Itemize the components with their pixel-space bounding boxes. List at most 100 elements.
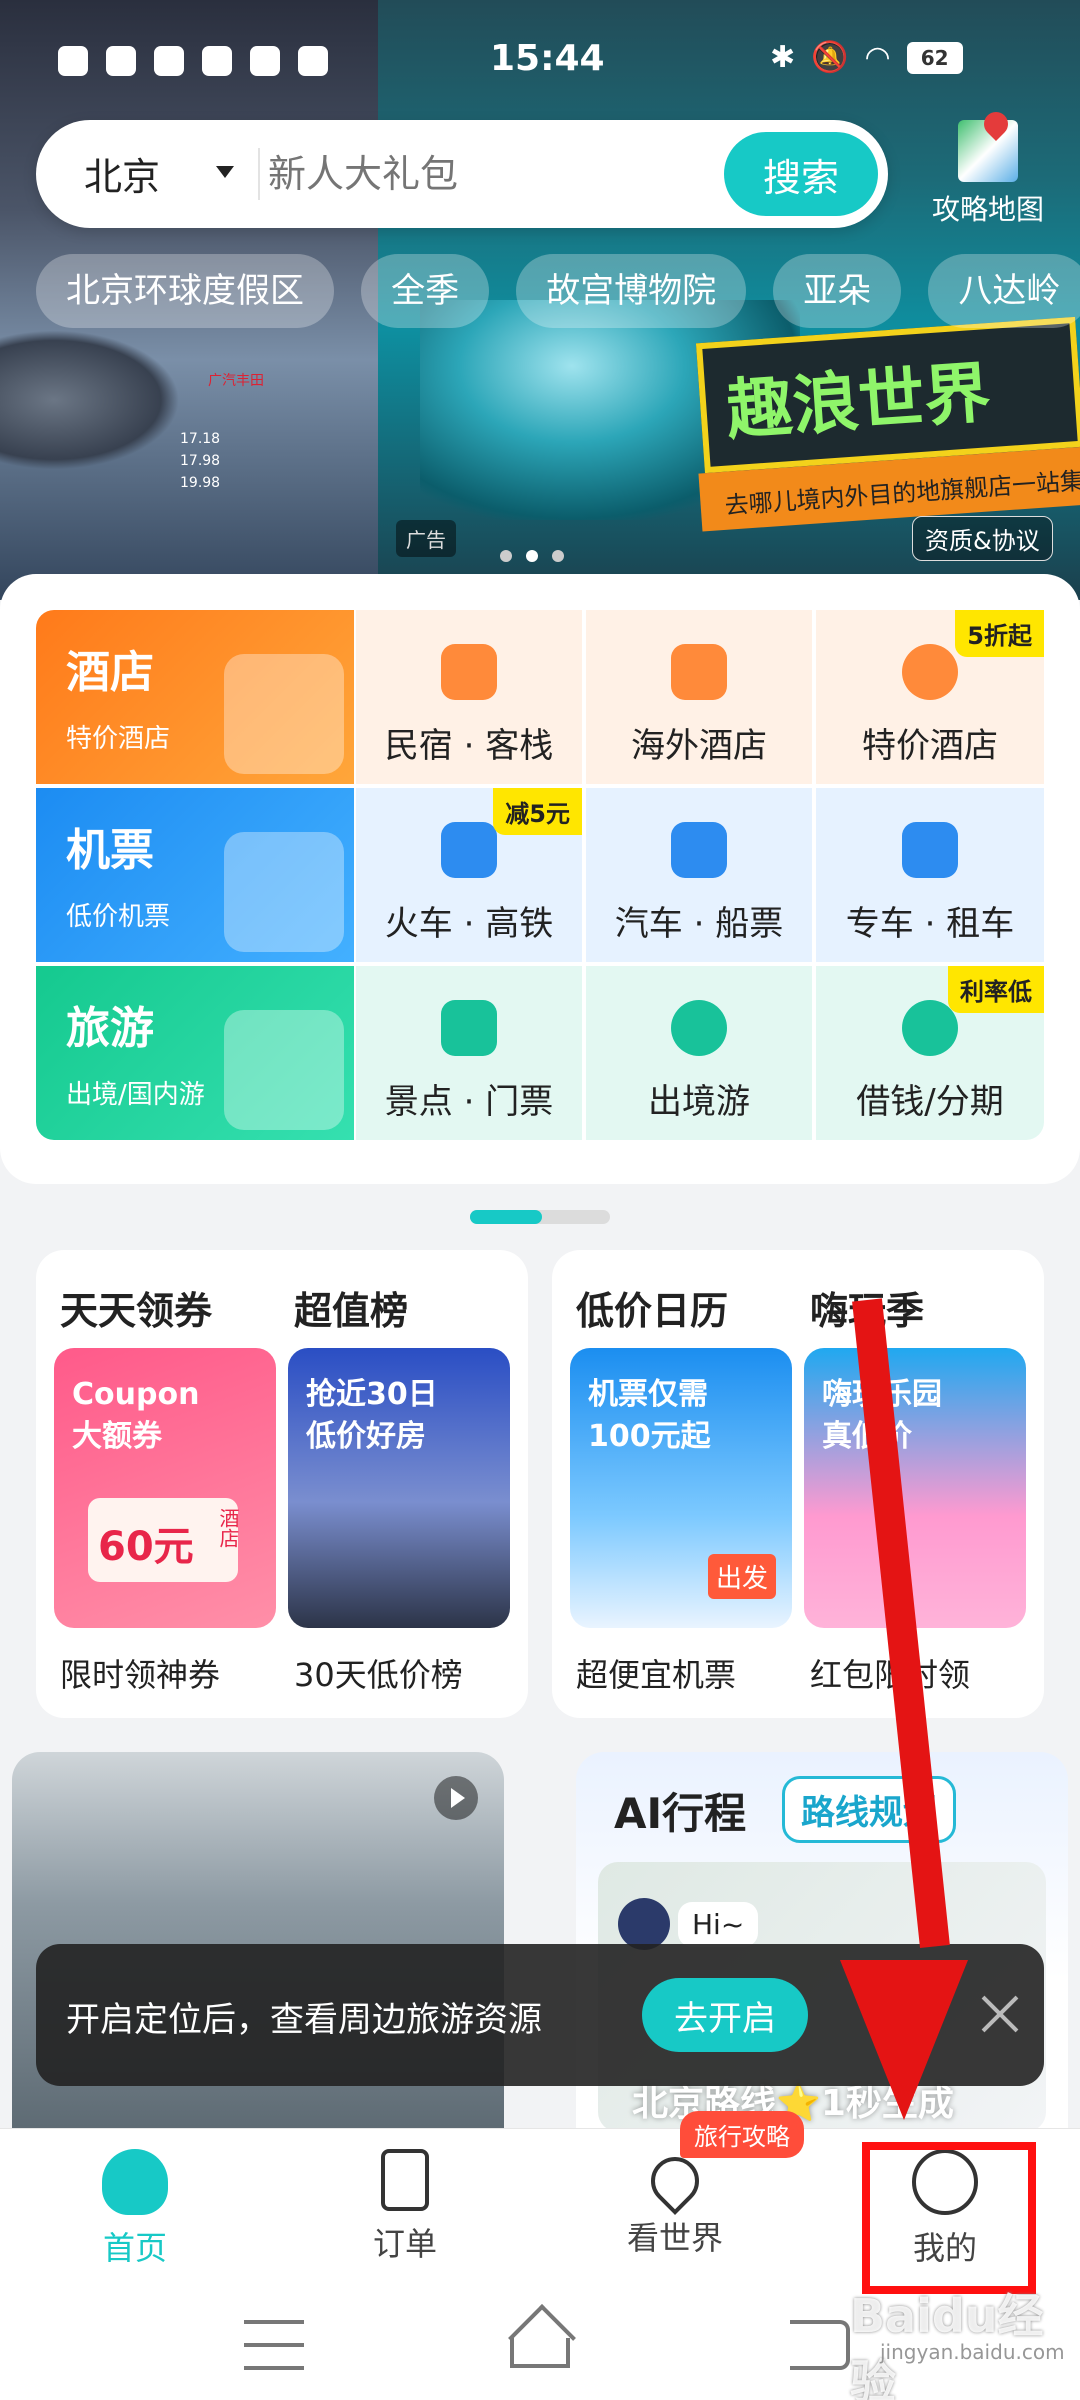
tab-orders[interactable]: 订单: [270, 2129, 540, 2291]
close-icon[interactable]: [972, 1986, 1028, 2042]
home-nav-icon[interactable]: [510, 2338, 570, 2368]
ranking-caption: 30天低价榜: [294, 1656, 463, 1694]
flight-deal-text: 机票仅需 100元起: [588, 1374, 711, 1458]
bluetooth-icon: ✱: [770, 40, 796, 75]
ranking-heading: 超值榜: [294, 1289, 409, 1333]
outbound-travel-label: 出境游: [648, 1082, 750, 1122]
coupon-line2: 大额券: [72, 1419, 162, 1454]
greeting-bubble: Hi~: [678, 1902, 759, 1947]
annotation-arrow-head: [840, 1960, 968, 2120]
coupon-tile-text: Coupon 大额券: [72, 1374, 199, 1458]
airplane-icon: [224, 832, 344, 952]
promo-title: 趣浪世界: [695, 316, 1080, 474]
city-selector[interactable]: 北京: [84, 146, 160, 201]
toast-message: 开启定位后，查看周边旅游资源: [66, 2000, 542, 2040]
hotel-building-icon: [224, 654, 344, 774]
overseas-hotel-entry[interactable]: 海外酒店: [586, 610, 812, 784]
calendar-card[interactable]: 低价日历 嗨玩季 机票仅需 100元起 出发 嗨玩乐园 真低价 超便宜机票 红包…: [552, 1250, 1044, 1718]
hotel-entry[interactable]: 酒店 特价酒店: [36, 610, 354, 784]
flight-entry[interactable]: 机票 低价机票: [36, 788, 354, 962]
battery-icon: 62: [906, 41, 963, 74]
clock: 15:44: [490, 38, 605, 79]
car-price: 17.18: [180, 431, 221, 447]
play-icon[interactable]: [434, 1776, 478, 1820]
house-icon: [441, 644, 497, 700]
divider: [258, 148, 260, 200]
coupon-heading: 天天领券: [60, 1289, 213, 1333]
annotation-highlight-box: [862, 2142, 1036, 2294]
search-bar[interactable]: 北京 搜索: [36, 120, 888, 228]
palm-tree-icon: [224, 1010, 344, 1130]
ranking-line1: 抢近30日: [306, 1377, 438, 1412]
enable-location-button[interactable]: 去开启: [642, 1978, 808, 2052]
car-prices: 17.18 17.98 19.98: [180, 428, 220, 494]
notification-icon: [58, 46, 88, 76]
tab-home[interactable]: 首页: [0, 2129, 270, 2291]
menu-icon[interactable]: [244, 2320, 304, 2370]
grid-page-indicator: [470, 1210, 610, 1224]
coupon-tile[interactable]: Coupon 大额券 60元 酒店: [54, 1348, 276, 1628]
bus-entry[interactable]: 汽车 · 船票: [586, 788, 812, 962]
car-icon: [902, 822, 958, 878]
ad-label: 广告: [396, 520, 456, 557]
loan-label: 借钱/分期: [856, 1082, 1004, 1122]
hot-tag[interactable]: 北京环球度假区: [36, 254, 334, 328]
chevron-down-icon[interactable]: [216, 166, 234, 178]
attraction-entry[interactable]: 景点 · 门票: [356, 966, 582, 1140]
qualification-link[interactable]: 资质&协议: [912, 516, 1053, 561]
attraction-label: 景点 · 门票: [384, 1082, 554, 1122]
hot-tag[interactable]: 故宫博物院: [516, 254, 747, 328]
home-icon: [102, 2149, 168, 2215]
discount-hotel-entry[interactable]: 5折起 特价酒店: [816, 610, 1044, 784]
coupon-card[interactable]: 天天领券 超值榜 Coupon 大额券 60元 酒店 抢近30日 低价好房 限时…: [36, 1250, 528, 1718]
loan-badge: 利率低: [948, 966, 1044, 1013]
pagination-dot-active: [526, 550, 538, 562]
notification-icon: [202, 46, 232, 76]
homestay-entry[interactable]: 民宿 · 客栈: [356, 610, 582, 784]
hot-tag[interactable]: 亚朵: [773, 254, 902, 328]
search-input[interactable]: [268, 144, 738, 204]
flight-deal-line2: 100元起: [588, 1419, 711, 1454]
page-indicator-active: [470, 1210, 542, 1224]
ticket-icon: [441, 1000, 497, 1056]
ranking-line2: 低价好房: [306, 1419, 426, 1454]
train-label: 火车 · 高铁: [384, 904, 554, 944]
flight-deal-line1: 机票仅需: [588, 1377, 708, 1412]
calendar-heading: 低价日历: [576, 1289, 729, 1333]
train-icon: [441, 822, 497, 878]
hot-tag[interactable]: 八达岭: [928, 254, 1080, 328]
search-button[interactable]: 搜索: [724, 132, 878, 216]
guide-map-button[interactable]: 攻略地图: [918, 120, 1058, 230]
wifi-icon: ◠: [864, 40, 891, 75]
notification-icon: [298, 46, 328, 76]
order-icon: [381, 2149, 429, 2211]
system-icons: ✱ 🔕 ◠ 62: [770, 40, 963, 75]
travel-entry[interactable]: 旅游 出境/国内游: [36, 966, 354, 1140]
flight-deal-tile[interactable]: 机票仅需 100元起 出发: [570, 1348, 792, 1628]
mute-icon: 🔕: [811, 40, 849, 75]
guide-map-label: 攻略地图: [931, 193, 1044, 226]
overseas-hotel-label: 海外酒店: [631, 726, 767, 766]
robot-icon: [618, 1898, 670, 1950]
ranking-tile[interactable]: 抢近30日 低价好房: [288, 1348, 510, 1628]
hot-tag[interactable]: 全季: [361, 254, 490, 328]
ai-trip-title: AI行程: [614, 1789, 747, 1838]
train-badge: 减5元: [493, 788, 582, 835]
coupon-tag: 酒店: [216, 1508, 240, 1548]
banner-pagination: [500, 550, 564, 562]
outbound-travel-entry[interactable]: 出境游: [586, 966, 812, 1140]
ranking-tile-text: 抢近30日 低价好房: [306, 1374, 438, 1458]
notification-icon: [154, 46, 184, 76]
bus-label: 汽车 · 船票: [614, 904, 784, 944]
coupon-caption: 限时领神券: [60, 1656, 221, 1694]
car-rental-entry[interactable]: 专车 · 租车: [816, 788, 1044, 962]
car-price: 19.98: [180, 475, 221, 491]
loan-entry[interactable]: 利率低 借钱/分期: [816, 966, 1044, 1140]
back-icon[interactable]: [790, 2320, 850, 2370]
status-bar: 15:44 ✱ 🔕 ◠ 62: [0, 0, 1080, 120]
park-tile[interactable]: 嗨玩乐园 真低价: [804, 1348, 1026, 1628]
notification-icons: [58, 46, 328, 76]
hot-tags: 北京环球度假区 全季 故宫博物院 亚朵 八达岭: [36, 254, 1080, 332]
bus-icon: [671, 822, 727, 878]
train-entry[interactable]: 减5元 火车 · 高铁: [356, 788, 582, 962]
